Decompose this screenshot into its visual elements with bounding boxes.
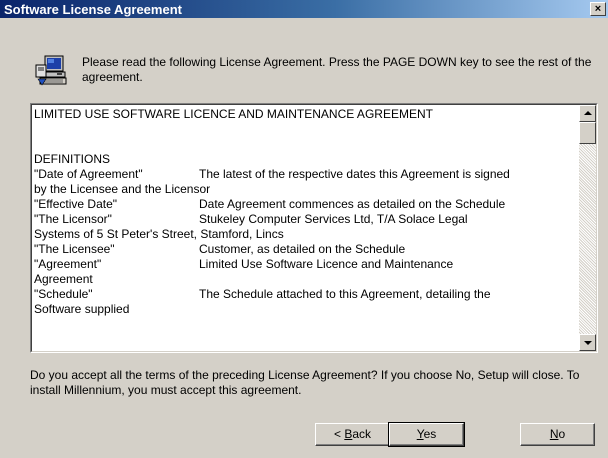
accept-question: Do you accept all the terms of the prece… [30,368,580,397]
back-button-prefix: < [333,427,345,441]
definition-text: Limited Use Software Licence and Mainten… [199,257,454,271]
definition-term: "Date of Agreement" [34,167,143,181]
scroll-down-icon[interactable] [579,334,596,351]
definition-text: Date Agreement commences as detailed on … [199,197,506,211]
definition-row: "Effective Date" Date Agreement commences… [34,197,578,212]
definition-term: "Agreement" [34,257,102,271]
scroll-up-icon[interactable] [579,105,596,122]
definition-term: "Schedule" [34,287,93,301]
yes-button-label: es [423,427,437,441]
definition-term: "Effective Date" [34,197,118,211]
definition-row: "Date of Agreement" The latest of the res… [34,167,578,197]
definition-continuation: by the Licensee and the Licensor [34,182,211,196]
yes-button[interactable]: Yes [388,422,465,447]
window-title: Software License Agreement [4,2,182,17]
close-icon[interactable]: × [590,2,606,16]
definition-term: "The Licensee" [34,242,115,256]
definition-row: "The Licensee" Customer, as detailed on t… [34,242,578,257]
definition-continuation: Systems of 5 St Peter's Street, Stamford… [34,227,284,241]
yes-button-mnemonic: Y [416,427,424,441]
definition-continuation: Agreement [34,272,93,286]
definition-row: "The Licensor" Stukeley Computer Services… [34,212,578,242]
license-text-box[interactable]: LIMITED USE SOFTWARE LICENCE AND MAINTEN… [30,103,598,353]
back-button-label: ack [352,427,372,441]
definition-text: Stukeley Computer Services Ltd, T/A Sola… [199,212,468,226]
back-button[interactable]: < Back [315,423,390,446]
definition-row: "Schedule" The Schedule attached to this … [34,287,578,317]
definition-row: "Agreement" Limited Use Software Licence … [34,257,578,287]
agreement-content: LIMITED USE SOFTWARE LICENCE AND MAINTEN… [34,107,578,317]
no-button[interactable]: No [520,423,595,446]
definition-text: Customer, as detailed on the Schedule [199,242,406,256]
definition-continuation: Software supplied [34,302,130,316]
title-bar[interactable]: Software License Agreement × [0,0,608,18]
agreement-heading: LIMITED USE SOFTWARE LICENCE AND MAINTEN… [34,107,433,121]
definition-text: The latest of the respective dates this … [199,167,510,181]
definition-term: "The Licensor" [34,212,112,226]
setup-computer-icon [35,55,67,86]
no-button-label: o [558,427,566,441]
vertical-scrollbar[interactable] [579,105,596,351]
scroll-thumb[interactable] [579,122,596,144]
intro-text: Please read the following License Agreem… [82,55,592,84]
definitions-heading: DEFINITIONS [34,152,111,166]
definition-text: The Schedule attached to this Agreement,… [199,287,491,301]
